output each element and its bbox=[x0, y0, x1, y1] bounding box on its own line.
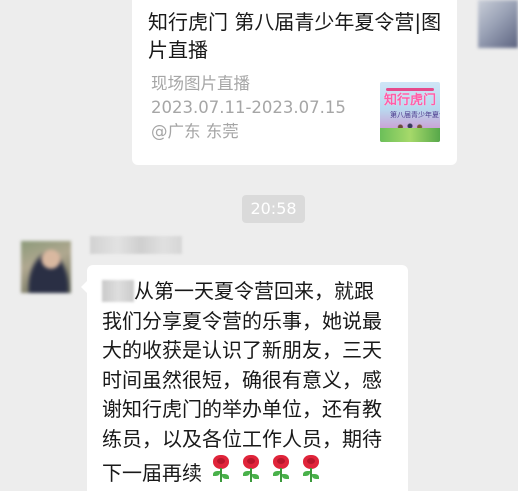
message-line: 从第一天夏令营回来，就跟 bbox=[134, 279, 374, 303]
sender-name-redacted bbox=[90, 236, 182, 254]
message-line: 我们分享夏令营的乐事，她说最 bbox=[102, 308, 382, 333]
thumbnail-banner bbox=[386, 88, 434, 91]
thumbnail-grass bbox=[380, 128, 440, 142]
message-line: 谢知行虎门的举办单位，还有教 bbox=[102, 397, 382, 421]
rose-emoji-icon bbox=[270, 454, 292, 484]
sender-avatar[interactable] bbox=[21, 241, 71, 293]
message-bubble[interactable]: 从第一天夏令营回来，就跟 我们分享夏令营的乐事，她说最 大的收获是认识了新朋友，… bbox=[81, 265, 408, 491]
card-thumbnail: 知行虎门 第八届青少年夏令营 bbox=[380, 82, 440, 142]
card-description: 现场图片直播 2023.07.11-2023.07.15 @广东 东莞 bbox=[151, 72, 376, 144]
message-line: 大的收获是认识了新朋友，三天 bbox=[102, 338, 382, 362]
card-desc-line: 现场图片直播 bbox=[151, 74, 250, 93]
message-line: 练员，以及各位工作人员，期待 bbox=[102, 426, 382, 451]
rose-emoji-icon bbox=[240, 454, 262, 484]
link-card[interactable]: 知行虎门 第八届青少年夏令营|图片直播 现场图片直播 2023.07.11-20… bbox=[132, 0, 457, 165]
rose-emoji-icon bbox=[300, 454, 322, 484]
rose-emoji-icon bbox=[210, 454, 232, 484]
card-desc-line: 2023.07.11-2023.07.15 bbox=[151, 98, 346, 117]
top-user-avatar[interactable] bbox=[478, 0, 518, 48]
message-last-line: 下一届再续 bbox=[102, 454, 398, 489]
thumbnail-title: 知行虎门 bbox=[384, 93, 437, 108]
message-text: 从第一天夏令营回来，就跟 我们分享夏令营的乐事，她说最 大的收获是认识了新朋友，… bbox=[102, 277, 398, 489]
timestamp-label: 20:58 bbox=[242, 195, 305, 223]
thumbnail-subtitle: 第八届青少年夏令营 bbox=[390, 111, 440, 119]
card-desc-line: @广东 东莞 bbox=[151, 122, 239, 141]
message-line: 时间虽然很短，确很有意义，感 bbox=[102, 367, 382, 392]
card-title: 知行虎门 第八届青少年夏令营|图片直播 bbox=[148, 10, 442, 62]
